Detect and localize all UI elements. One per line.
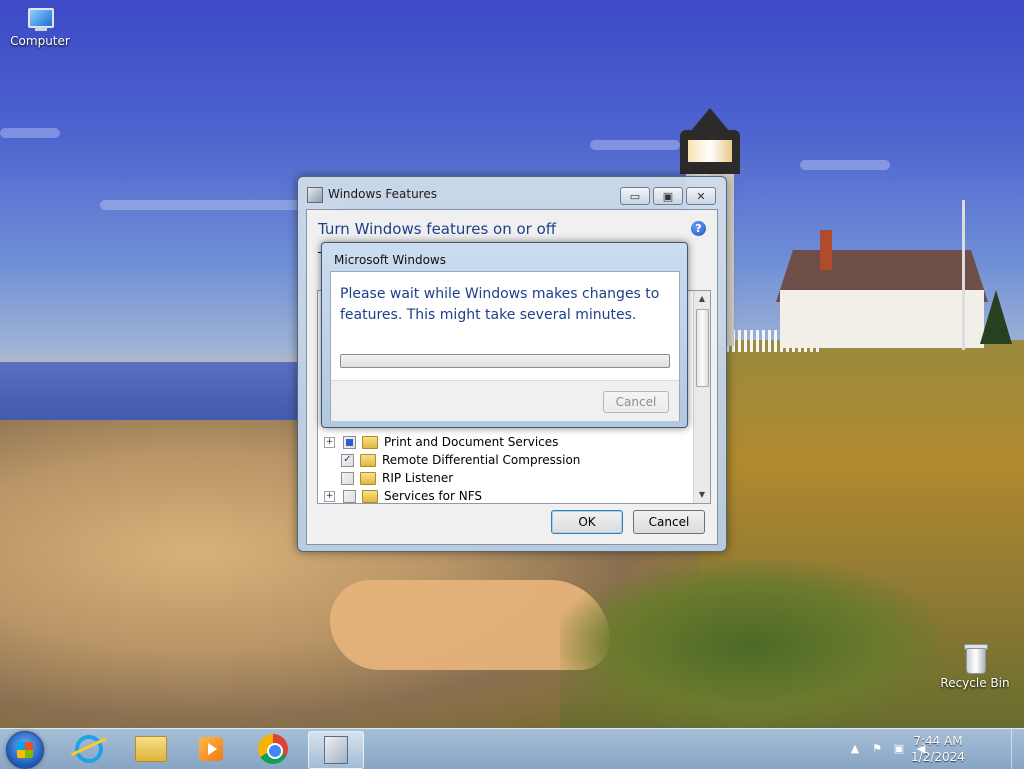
folder-icon <box>360 471 376 485</box>
feature-checkbox[interactable]: ✓ <box>341 453 354 467</box>
bush <box>560 560 940 728</box>
desktop-icon-label: Recycle Bin <box>940 676 1010 690</box>
feature-row[interactable]: RIP Listener <box>324 469 453 487</box>
feature-label: Remote Differential Compression <box>382 453 581 467</box>
taskbar-windows-features[interactable] <box>308 731 364 769</box>
taskbar-google-chrome[interactable] <box>246 731 300 767</box>
system-tray: ▲ ⚑ ▣ ◀ 7:44 AM 1/2/2024 <box>834 729 1024 769</box>
progress-dialog-footer: Cancel <box>331 380 679 421</box>
taskbar-windows-media-player[interactable] <box>184 731 238 767</box>
feature-label: Services for NFS <box>384 489 483 503</box>
cloud <box>590 140 680 150</box>
desktop-icon-computer[interactable]: Computer <box>0 8 80 48</box>
show-desktop-button[interactable] <box>1011 729 1024 769</box>
scroll-thumb[interactable] <box>696 309 709 387</box>
feature-label: Print and Document Services <box>384 435 559 449</box>
vertical-scrollbar[interactable]: ▲ ▼ <box>693 291 710 503</box>
close-icon: ✕ <box>696 189 706 203</box>
scroll-down-icon[interactable]: ▼ <box>694 487 710 503</box>
feature-row[interactable]: + Services for NFS <box>324 487 483 503</box>
folder-icon <box>135 736 167 762</box>
maximize-button[interactable]: ▣ <box>653 187 683 205</box>
expander-placeholder <box>324 474 333 483</box>
recycle-bin-icon <box>964 644 988 674</box>
clock[interactable]: 7:44 AM 1/2/2024 <box>908 733 968 765</box>
expand-icon[interactable]: + <box>324 436 335 448</box>
start-button[interactable] <box>6 731 44 769</box>
media-player-icon <box>199 737 223 761</box>
pine-tree <box>980 290 1012 344</box>
expander-placeholder <box>324 456 333 465</box>
cancel-button[interactable]: Cancel <box>633 510 705 534</box>
computer-icon <box>25 8 55 32</box>
action-center-icon[interactable]: ⚑ <box>870 742 884 756</box>
expand-icon[interactable]: + <box>324 490 335 502</box>
windows-logo-icon <box>17 742 33 758</box>
help-icon[interactable]: ? <box>691 221 706 236</box>
chrome-icon <box>258 734 288 764</box>
progress-dialog-body: Please wait while Windows makes changes … <box>330 271 680 421</box>
show-hidden-icons-icon[interactable]: ▲ <box>848 742 862 756</box>
desktop-icon-recycle-bin[interactable]: Recycle Bin <box>935 644 1015 690</box>
progress-dialog: Microsoft Windows Please wait while Wind… <box>321 242 688 428</box>
lighthouse-glass <box>688 140 732 162</box>
desktop-icon-label: Computer <box>10 34 70 48</box>
internet-explorer-icon <box>75 735 103 763</box>
progress-message: Please wait while Windows makes changes … <box>340 286 660 323</box>
clock-date: 1/2/2024 <box>911 750 965 764</box>
scroll-up-icon[interactable]: ▲ <box>694 291 710 307</box>
maximize-icon: ▣ <box>662 189 674 203</box>
taskbar-internet-explorer[interactable] <box>62 731 116 767</box>
page-heading: Turn Windows features on or off <box>318 220 557 238</box>
house-chimney <box>820 230 832 270</box>
taskbar-windows-explorer[interactable] <box>124 731 178 767</box>
clock-time: 7:44 AM <box>913 734 963 748</box>
cloud <box>800 160 890 170</box>
lighthouse-cap <box>690 108 730 132</box>
folder-icon <box>360 453 376 467</box>
house <box>780 290 984 348</box>
flag-pole <box>962 200 965 350</box>
progress-bar <box>340 354 670 368</box>
folder-icon <box>362 435 378 449</box>
feature-label: RIP Listener <box>382 471 454 485</box>
windows-features-icon <box>324 736 348 764</box>
feature-row[interactable]: + Print and Document Services <box>324 433 558 451</box>
folder-icon <box>362 489 378 503</box>
windows-features-app-icon <box>307 187 323 203</box>
minimize-button[interactable]: ▭ <box>620 187 650 205</box>
window-title: Windows Features <box>328 187 437 201</box>
ok-button[interactable]: OK <box>551 510 623 534</box>
minimize-icon: ▭ <box>629 189 641 203</box>
progress-cancel-button[interactable]: Cancel <box>603 391 669 413</box>
network-icon[interactable]: ▣ <box>892 742 906 756</box>
feature-row[interactable]: ✓ Remote Differential Compression <box>324 451 580 469</box>
feature-checkbox[interactable] <box>341 471 354 485</box>
feature-checkbox[interactable] <box>343 489 356 503</box>
cloud <box>0 128 60 138</box>
progress-dialog-title: Microsoft Windows <box>334 253 446 267</box>
feature-checkbox[interactable] <box>343 435 356 449</box>
taskbar: ▲ ⚑ ▣ ◀ 7:44 AM 1/2/2024 <box>0 728 1024 769</box>
close-button[interactable]: ✕ <box>686 187 716 205</box>
